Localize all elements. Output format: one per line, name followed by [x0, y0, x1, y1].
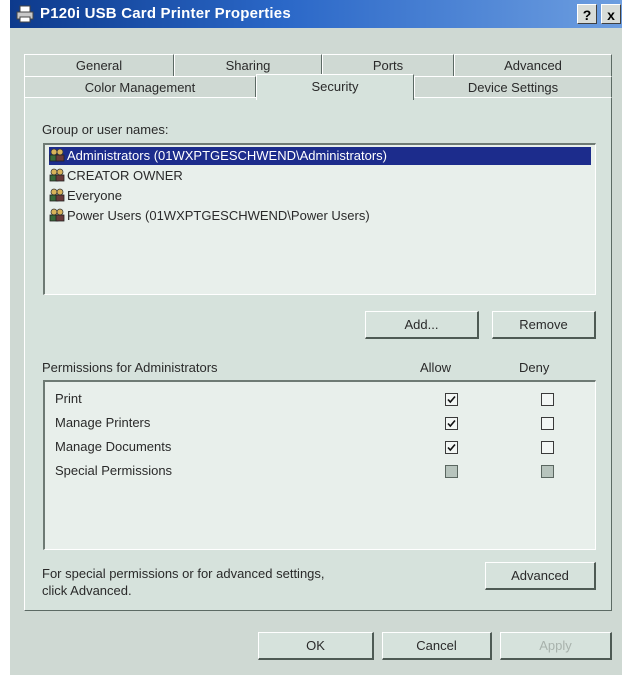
permission-row-print: Print	[55, 391, 82, 406]
permissions-list[interactable]: Print Manage Printers Manage Documents S…	[43, 380, 596, 550]
users-icon	[49, 148, 65, 162]
window-title: P120i USB Card Printer Properties	[40, 5, 291, 22]
user-list-item-everyone[interactable]: Everyone	[49, 187, 122, 205]
deny-column-header: Deny	[519, 360, 550, 375]
allow-print-checkbox[interactable]	[445, 393, 458, 406]
permission-row-manage-documents: Manage Documents	[55, 439, 172, 454]
printer-icon	[16, 5, 34, 23]
cancel-button[interactable]: Cancel	[382, 632, 492, 660]
user-name: Power Users (01WXPTGESCHWEND\Power Users…	[67, 208, 370, 223]
ok-button[interactable]: OK	[258, 632, 374, 660]
printer-properties-dialog: P120i USB Card Printer Properties ? x Ge…	[10, 0, 622, 675]
allow-column-header: Allow	[420, 360, 452, 375]
user-list[interactable]: Administrators (01WXPTGESCHWEND\Administ…	[43, 143, 596, 295]
deny-special-permissions-checkbox	[541, 465, 554, 478]
user-name: Administrators (01WXPTGESCHWEND\Administ…	[67, 148, 387, 163]
tab-sharing[interactable]: Sharing	[174, 54, 322, 76]
user-name: CREATOR OWNER	[67, 168, 183, 183]
permissions-label: Permissions for Administrators	[42, 360, 218, 375]
user-list-item-power-users[interactable]: Power Users (01WXPTGESCHWEND\Power Users…	[49, 207, 370, 225]
user-name: Everyone	[67, 188, 122, 203]
permission-row-manage-printers: Manage Printers	[55, 415, 151, 430]
group-or-user-label: Group or user names:	[42, 122, 169, 137]
advanced-button[interactable]: Advanced	[485, 562, 596, 590]
advanced-hint-line1: For special permissions or for advanced …	[42, 566, 325, 581]
user-list-item-creator-owner[interactable]: CREATOR OWNER	[49, 167, 183, 185]
deny-manage-printers-checkbox[interactable]	[541, 417, 554, 430]
users-icon	[49, 208, 65, 222]
remove-button[interactable]: Remove	[492, 311, 596, 339]
deny-manage-documents-checkbox[interactable]	[541, 441, 554, 454]
apply-button[interactable]: Apply	[500, 632, 612, 660]
close-button[interactable]: x	[601, 4, 621, 24]
tab-advanced[interactable]: Advanced	[454, 54, 612, 76]
tab-color-management[interactable]: Color Management	[24, 76, 256, 98]
allow-manage-printers-checkbox[interactable]	[445, 417, 458, 430]
tab-device-settings[interactable]: Device Settings	[414, 76, 612, 98]
deny-print-checkbox[interactable]	[541, 393, 554, 406]
user-list-item-administrators[interactable]: Administrators (01WXPTGESCHWEND\Administ…	[49, 147, 591, 165]
users-icon	[49, 168, 65, 182]
allow-manage-documents-checkbox[interactable]	[445, 441, 458, 454]
tab-general[interactable]: General	[24, 54, 174, 76]
help-button[interactable]: ?	[577, 4, 597, 24]
permission-row-special-permissions: Special Permissions	[55, 463, 173, 478]
users-icon	[49, 188, 65, 202]
add-button[interactable]: Add...	[365, 311, 479, 339]
tab-ports[interactable]: Ports	[322, 54, 454, 76]
tab-security[interactable]: Security	[256, 74, 414, 100]
advanced-hint-line2: click Advanced.	[42, 583, 132, 598]
allow-special-permissions-checkbox	[445, 465, 458, 478]
title-bar[interactable]: P120i USB Card Printer Properties ? x	[10, 0, 622, 28]
security-panel: Group or user names: Administrators (01W…	[24, 97, 612, 611]
